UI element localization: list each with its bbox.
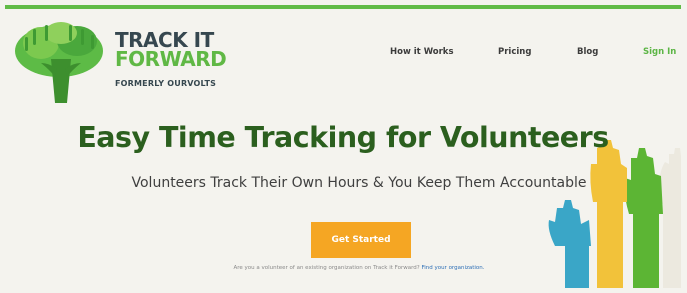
nav-blog[interactable]: Blog — [577, 47, 598, 57]
existing-org-note: Are you a volunteer of an existing organ… — [5, 265, 681, 271]
nav-pricing[interactable]: Pricing — [498, 47, 531, 57]
brand-line-2: FORWARD — [115, 47, 227, 71]
existing-org-text: Are you a volunteer of an existing organ… — [233, 265, 420, 271]
brand-subtitle: FORMERLY OURVOLTS — [115, 79, 217, 88]
hero-title: Easy Time Tracking for Volunteers — [77, 121, 609, 154]
nav-sign-in[interactable]: Sign In — [643, 47, 676, 57]
page-frame: TRACK IT FORWARD FORMERLY OURVOLTS How i… — [5, 5, 681, 288]
find-organization-link[interactable]: Find your organization. — [421, 265, 484, 271]
brand-wordmark[interactable]: TRACK IT FORWARD — [115, 30, 227, 71]
nav-how-it-works[interactable]: How it Works — [390, 47, 454, 57]
get-started-button[interactable]: Get Started — [311, 222, 411, 258]
tree-of-hands-logo[interactable] — [11, 19, 107, 103]
hero-subtitle: Volunteers Track Their Own Hours & You K… — [131, 175, 587, 191]
